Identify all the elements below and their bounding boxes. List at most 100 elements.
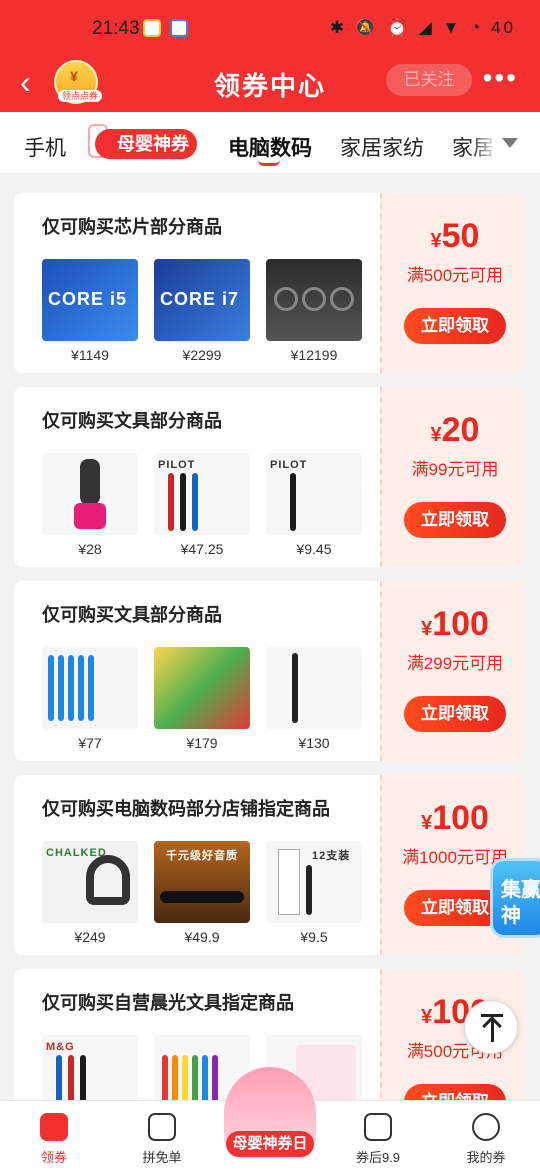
coupon-condition: 满500元可用 (406, 266, 504, 285)
product-image[interactable]: CORE i7 (154, 259, 250, 341)
follow-button[interactable]: 已关注 (386, 64, 472, 96)
product-item[interactable]: PILOT ¥47.25 (154, 453, 250, 557)
claim-coupon-button[interactable]: 立即领取 (404, 502, 506, 538)
product-image[interactable] (42, 647, 138, 729)
coupon-condition: 满99元可用 (411, 460, 499, 479)
coupon-title: 仅可购买自营晨光文具指定商品 (42, 993, 294, 1013)
coupon-card: 仅可购买文具部分商品 ¥28 PILOT ¥47.25 PILOT ¥9.45 … (14, 387, 526, 567)
bottom-nav: 领券 拼免单 母婴神券日 券后9.9 我的券 (0, 1067, 540, 1170)
marker (202, 1055, 208, 1100)
coupon-products-panel: 仅可购买文具部分商品 ¥28 PILOT ¥47.25 PILOT ¥9.45 (14, 387, 380, 567)
product-price: ¥179 (186, 735, 218, 751)
product-item[interactable]: PILOT ¥9.45 (266, 453, 362, 557)
fan-icon (274, 287, 298, 311)
coupon-amount: ¥50 (430, 217, 480, 255)
more-dots-icon[interactable]: ••• (483, 62, 518, 94)
coupon-products-panel: 仅可购买文具部分商品 ¥77 ¥179 ¥130 (14, 581, 380, 761)
pen-black (80, 1055, 86, 1100)
tab-phone[interactable]: 手机 (24, 132, 66, 162)
product-item[interactable]: CHALKED ¥249 (42, 841, 138, 945)
pen-blue (192, 473, 198, 531)
product-price: ¥49.9 (184, 929, 220, 945)
coupon-products-panel: 仅可购买芯片部分商品 CORE i5 ¥1149 CORE i7 ¥2299 ¥… (14, 193, 380, 373)
pencil (58, 655, 64, 721)
pen-black (180, 473, 186, 531)
product-image[interactable]: M&G (42, 1035, 138, 1100)
coupon-condition: 满299元可用 (406, 654, 504, 673)
bluetooth-icon: ✱ (329, 18, 348, 37)
price-tag-icon (364, 1113, 392, 1141)
product-item[interactable]: CORE i7 ¥2299 (154, 259, 250, 363)
product-item[interactable]: ¥130 (266, 647, 362, 751)
product-item[interactable]: M&G (42, 1035, 138, 1100)
marker (162, 1055, 168, 1100)
claim-coupon-button[interactable]: 立即领取 (404, 308, 506, 344)
pen-box (278, 849, 300, 915)
product-image[interactable]: 千元级好音质 (154, 841, 250, 923)
status-time: 21:43 (92, 18, 140, 39)
pen-red (168, 473, 174, 531)
product-image[interactable] (154, 647, 250, 729)
marker (212, 1055, 218, 1100)
status-bar: 21:43 ✱ 🔕 ⏰ ◢ ▼ ◔ 40 (0, 0, 540, 56)
promo-float-badge[interactable]: 集赢神 (490, 858, 540, 938)
product-image[interactable] (42, 453, 138, 535)
coupon-title: 仅可购买电脑数码部分店铺指定商品 (42, 799, 330, 819)
pencil (48, 655, 54, 721)
product-price: ¥249 (74, 929, 106, 945)
chevron-down-icon[interactable] (502, 138, 518, 148)
pen-black (290, 473, 296, 531)
product-image[interactable]: CORE i5 (42, 259, 138, 341)
tab-baby-coupon[interactable]: 母婴神券 (95, 129, 197, 159)
claim-coupon-button[interactable]: 立即领取 (404, 696, 506, 732)
product-image[interactable] (266, 259, 362, 341)
product-price: ¥12199 (290, 347, 338, 363)
product-price: ¥77 (78, 735, 102, 751)
nav-item-group-free[interactable]: 拼免单 (108, 1101, 216, 1170)
pen-red (68, 1055, 74, 1100)
stamp-handle (80, 459, 100, 505)
nav-item-my-coupons[interactable]: 我的券 (432, 1101, 540, 1170)
alarm-icon: ⏰ (386, 18, 411, 37)
stamp-base (74, 503, 106, 529)
product-item[interactable]: CORE i5 ¥1149 (42, 259, 138, 363)
product-image[interactable]: PILOT (266, 453, 362, 535)
marker (172, 1055, 178, 1100)
tab-computer-digital[interactable]: 电脑数码 (228, 132, 312, 162)
product-item[interactable]: ¥77 (42, 647, 138, 751)
back-to-top-button[interactable] (464, 1000, 518, 1054)
signal-icon: ◢ (418, 18, 435, 37)
pen-blue (56, 1055, 62, 1100)
claim-coupon-button[interactable]: 立即领取 (404, 1084, 506, 1100)
tab-home-textile[interactable]: 家居家纺 (340, 132, 424, 162)
coupon-card: 仅可购买芯片部分商品 CORE i5 ¥1149 CORE i7 ¥2299 ¥… (14, 193, 526, 373)
product-item[interactable]: ¥12199 (266, 259, 362, 363)
product-price: ¥47.25 (180, 541, 224, 557)
product-item[interactable]: ¥28 (42, 453, 138, 557)
pencil (88, 655, 94, 721)
product-item[interactable]: 千元级好音质 ¥49.9 (154, 841, 250, 945)
fan-icon (330, 287, 354, 311)
nav-item-after-coupon[interactable]: 券后9.9 (324, 1101, 432, 1170)
wifi-icon: ▼ (442, 18, 463, 37)
product-image[interactable] (266, 647, 362, 729)
product-price: ¥2299 (182, 347, 222, 363)
battery-icon: ◔ (470, 18, 484, 37)
pen-black (292, 653, 298, 723)
mute-icon: 🔕 (354, 18, 380, 37)
product-item[interactable]: 12支装 ¥9.5 (266, 841, 362, 945)
product-price: ¥28 (78, 541, 102, 557)
product-item[interactable]: ¥179 (154, 647, 250, 751)
coupon-amount: ¥100 (421, 605, 489, 643)
nav-item-baby-day[interactable]: 母婴神券日 (226, 1131, 314, 1157)
status-icons: ✱ 🔕 ⏰ ◢ ▼ ◔ 40 (330, 18, 516, 38)
product-image[interactable]: 12支装 (266, 841, 362, 923)
pencil (68, 655, 74, 721)
coupon-amount: ¥20 (430, 411, 480, 449)
coupon-amount: ¥100 (421, 799, 489, 837)
coupon-products-panel: 仅可购买电脑数码部分店铺指定商品 CHALKED ¥249 千元级好音质 ¥49… (14, 775, 380, 955)
product-image[interactable]: CHALKED (42, 841, 138, 923)
product-image[interactable]: PILOT (154, 453, 250, 535)
fan-icon (302, 287, 326, 311)
nav-item-coupons[interactable]: 领券 (0, 1101, 108, 1170)
